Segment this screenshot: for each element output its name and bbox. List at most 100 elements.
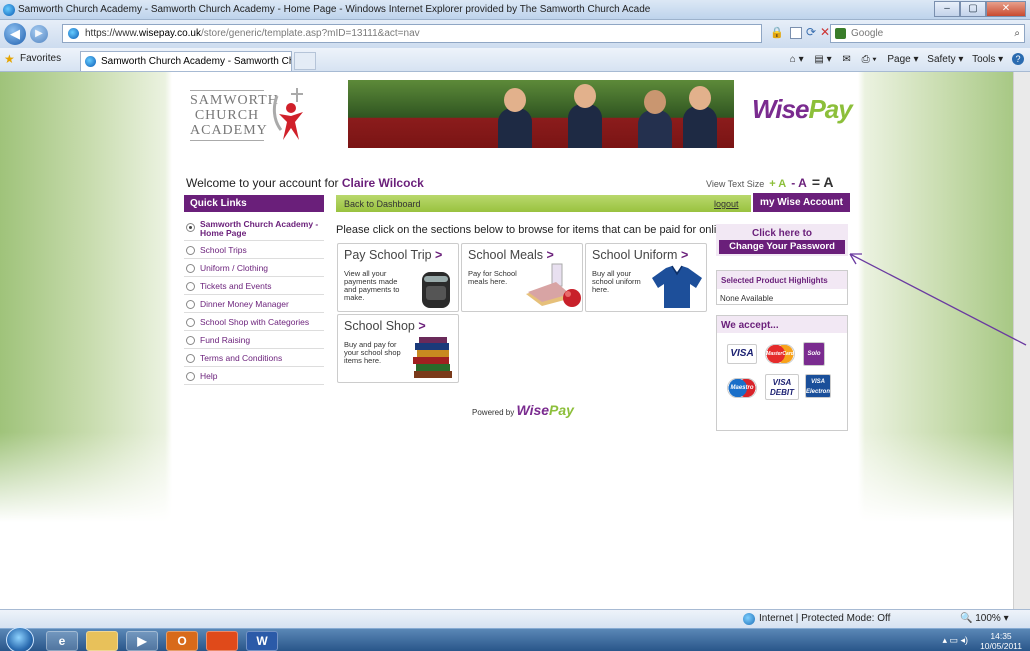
start-button[interactable] xyxy=(6,627,34,651)
meal-icon xyxy=(526,263,581,307)
dashboard-bar: Back to Dashboard xyxy=(336,195,751,212)
text-size-control: View Text Size + A - A = A xyxy=(706,174,833,190)
school-meals-card[interactable]: School Meals > Pay for School meals here… xyxy=(461,243,583,312)
zoom-control[interactable]: 🔍 100% ▾ xyxy=(960,613,1009,624)
quick-link-school-shop[interactable]: School Shop with Categories xyxy=(184,313,324,331)
user-name: Claire Wilcock xyxy=(341,176,424,190)
globe-icon xyxy=(743,613,755,625)
close-button[interactable]: ✕ xyxy=(986,1,1026,17)
quick-link-home[interactable]: Samworth Church Academy - Home Page xyxy=(184,218,324,241)
logout-link[interactable]: logout xyxy=(714,199,739,209)
pay-school-trip-card[interactable]: Pay School Trip > View all your payments… xyxy=(337,243,459,312)
media-player-taskbar-icon[interactable]: ▶ xyxy=(126,631,158,651)
zoom-level: 100% xyxy=(975,613,1001,624)
polo-shirt-icon xyxy=(652,265,702,308)
wisepay-logo[interactable]: WisePay xyxy=(752,94,853,125)
school-logo[interactable]: SAMWORTH CHURCH ACADEMY xyxy=(190,90,278,141)
quick-link-uniform[interactable]: Uniform / Clothing xyxy=(184,259,324,277)
maximize-button[interactable]: ▢ xyxy=(960,1,986,17)
radio-icon xyxy=(186,246,195,255)
school-shop-card[interactable]: School Shop > Buy and pay for your schoo… xyxy=(337,314,459,383)
quick-link-tickets[interactable]: Tickets and Events xyxy=(184,277,324,295)
quick-links-heading: Quick Links xyxy=(184,195,324,212)
quick-link-label: Dinner Money Manager xyxy=(200,299,289,309)
browser-tab[interactable]: Samworth Church Academy - Samworth Churc… xyxy=(80,51,292,71)
clock-time: 14:35 xyxy=(990,631,1012,641)
zone-label: Internet | Protected Mode: Off xyxy=(759,613,891,624)
back-button[interactable]: ◀ xyxy=(4,23,26,45)
google-icon xyxy=(835,28,846,39)
search-icon[interactable]: ⌕ xyxy=(1014,25,1020,42)
chevron-right-icon: > xyxy=(435,248,443,262)
favorites-button[interactable]: ★ Favorites xyxy=(4,52,61,66)
feeds-icon[interactable]: ▤ ▾ xyxy=(814,54,831,65)
accept-heading: We accept... xyxy=(717,316,847,333)
lock-icon[interactable]: 🔒 xyxy=(770,26,784,39)
photo-figure xyxy=(498,108,532,148)
highlights-heading: Selected Product Highlights xyxy=(717,271,847,289)
photo-figure xyxy=(683,106,717,148)
quick-link-terms[interactable]: Terms and Conditions xyxy=(184,349,324,367)
my-wise-account-tab[interactable]: my Wise Account xyxy=(753,193,850,212)
card-title: Pay School Trip > xyxy=(344,248,442,262)
radio-icon xyxy=(186,318,195,327)
powered-logo-pay: Pay xyxy=(549,402,574,418)
quick-link-label: Fund Raising xyxy=(200,335,251,345)
page-menu[interactable]: Page ▾ xyxy=(887,54,918,65)
back-to-dashboard-link[interactable]: Back to Dashboard xyxy=(344,199,421,209)
card-description: Buy and pay for your school shop items h… xyxy=(344,340,401,365)
home-icon[interactable]: ⌂ ▾ xyxy=(790,54,804,65)
search-input[interactable]: Google ⌕ xyxy=(830,24,1025,43)
quick-link-fund-raising[interactable]: Fund Raising xyxy=(184,331,324,349)
new-tab-button[interactable] xyxy=(294,52,316,70)
outlook-taskbar-icon[interactable]: O xyxy=(166,631,198,651)
change-password-button[interactable]: Change Your Password xyxy=(719,240,845,254)
vertical-scrollbar[interactable] xyxy=(1013,72,1030,609)
visa-card-icon: VISA xyxy=(727,344,757,364)
card-title-text: School Shop xyxy=(344,319,415,333)
tools-menu[interactable]: Tools ▾ xyxy=(972,54,1003,65)
title-bar: Samworth Church Academy - Samworth Churc… xyxy=(0,0,1030,20)
quick-link-label: School Trips xyxy=(200,245,247,255)
ie-taskbar-icon[interactable]: e xyxy=(46,631,78,651)
compatibility-icon[interactable] xyxy=(790,27,802,39)
text-size-medium[interactable]: - A xyxy=(791,176,807,190)
safety-menu[interactable]: Safety ▾ xyxy=(927,54,963,65)
quick-link-label: School Shop with Categories xyxy=(200,317,310,327)
visa-debit-icon: VISA DEBIT xyxy=(765,374,799,400)
stop-icon[interactable]: ✕ xyxy=(820,25,830,39)
refresh-icon[interactable]: ⟳ xyxy=(806,25,816,39)
system-tray[interactable]: ▴ ▭ ◂) xyxy=(942,635,968,646)
paint-taskbar-icon[interactable] xyxy=(206,631,238,651)
text-size-small[interactable]: + A xyxy=(769,178,786,190)
address-input[interactable]: https://www.wisepay.co.uk/store/generic/… xyxy=(62,24,762,43)
product-highlights-panel: Selected Product Highlights None Availab… xyxy=(716,270,848,305)
powered-by: Powered by WisePay xyxy=(472,402,574,418)
school-uniform-card[interactable]: School Uniform > Buy all your school uni… xyxy=(585,243,707,312)
forward-button[interactable]: ▶ xyxy=(30,25,48,43)
quick-link-dinner-money[interactable]: Dinner Money Manager xyxy=(184,295,324,313)
school-logo-line-3: ACADEMY xyxy=(190,123,268,138)
photo-figure xyxy=(638,110,672,148)
tab-page-icon xyxy=(85,56,96,67)
ie-window: Samworth Church Academy - Samworth Churc… xyxy=(0,0,1030,651)
minimize-button[interactable]: – xyxy=(934,1,960,17)
explorer-taskbar-icon[interactable] xyxy=(86,631,118,651)
chevron-right-icon: > xyxy=(680,248,689,262)
print-icon[interactable]: ⎙ ▾ xyxy=(862,54,877,65)
quick-link-label: Uniform / Clothing xyxy=(200,263,269,273)
mail-icon[interactable]: ✉ xyxy=(842,54,850,65)
card-description: Pay for School meals here. xyxy=(468,269,517,286)
quick-link-school-trips[interactable]: School Trips xyxy=(184,241,324,259)
text-size-large[interactable]: = A xyxy=(812,174,834,190)
quick-link-label: Terms and Conditions xyxy=(200,353,283,363)
radio-icon xyxy=(186,300,195,309)
radio-icon xyxy=(186,264,195,273)
help-icon[interactable]: ? xyxy=(1012,53,1024,65)
quick-link-help[interactable]: Help xyxy=(184,367,324,385)
radio-icon xyxy=(186,223,195,232)
highlights-value: None Available xyxy=(720,294,774,303)
clock[interactable]: 14:35 10/05/2011 xyxy=(980,631,1022,651)
security-zone[interactable]: Internet | Protected Mode: Off xyxy=(743,613,891,625)
word-taskbar-icon[interactable]: W xyxy=(246,631,278,651)
